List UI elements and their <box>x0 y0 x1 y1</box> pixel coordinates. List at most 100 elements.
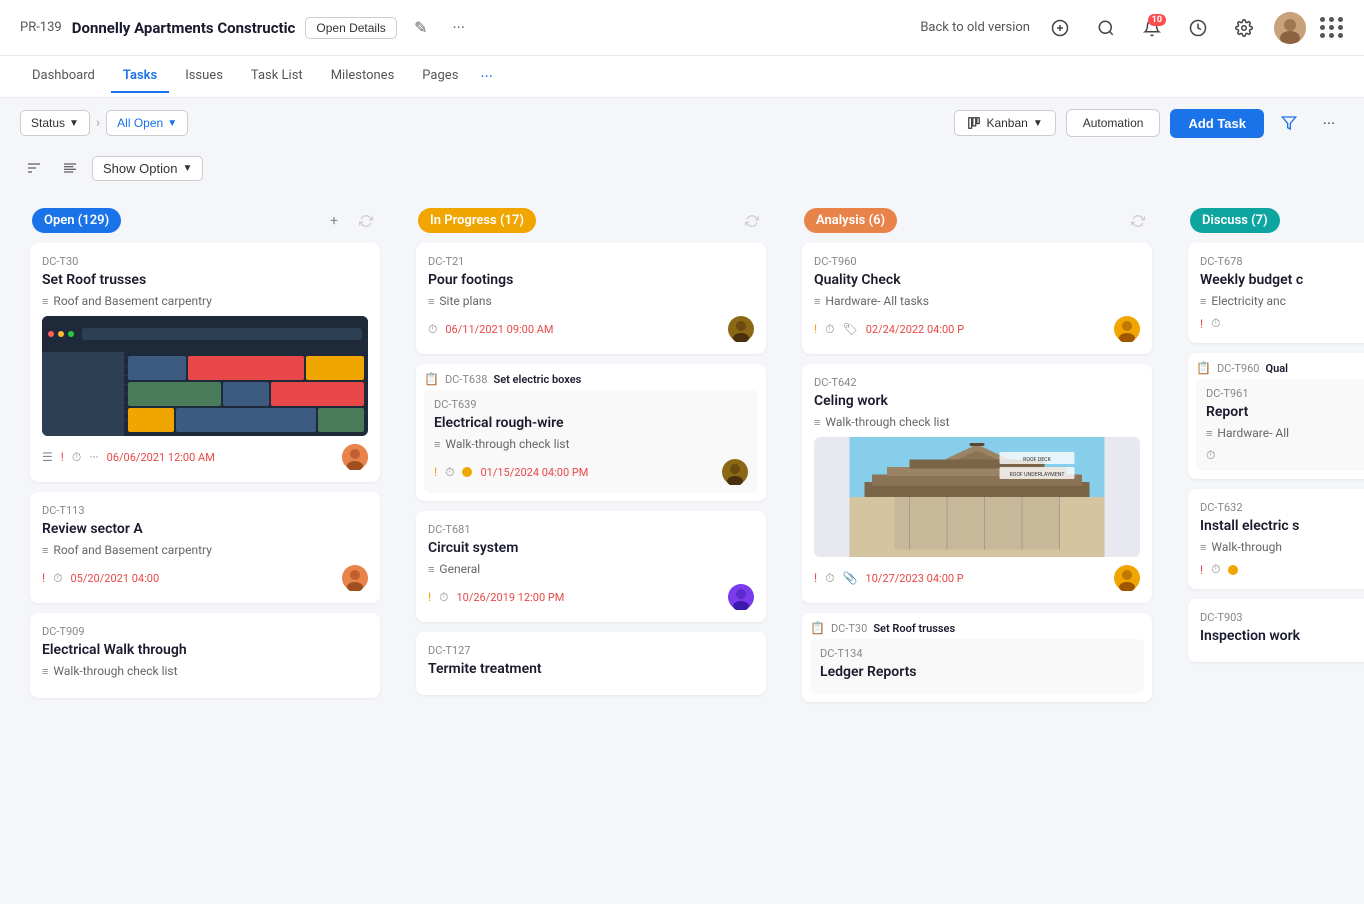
tab-dashboard[interactable]: Dashboard <box>20 60 107 93</box>
timer-icon[interactable] <box>1182 12 1214 44</box>
refresh-in-progress-icon[interactable] <box>740 209 764 233</box>
column-open: Open (129) + DC-T30 Set Roof trusses ≡ R… <box>20 198 390 708</box>
parent-task-id: DC-T638 <box>445 373 488 386</box>
column-in-progress: In Progress (17) DC-T21 Pour footings ≡ … <box>406 198 776 705</box>
clock-icon[interactable]: ⏱ <box>825 322 834 337</box>
card-footer-icons: ! ⏱ 🏷 02/24/2022 04:00 P <box>814 322 964 337</box>
refresh-analysis-icon[interactable] <box>1126 209 1150 233</box>
all-open-filter-button[interactable]: All Open ▼ <box>106 110 188 136</box>
child-task-card[interactable]: DC-T961 Report ≡ Hardware- All ⏱ <box>1196 379 1364 471</box>
show-option-button[interactable]: Show Option ▼ <box>92 156 203 181</box>
collapse-columns-icon[interactable] <box>20 154 48 182</box>
task-card[interactable]: DC-T642 Celing work ≡ Walk-through check… <box>802 364 1152 603</box>
list-icon[interactable]: ☰ <box>42 450 53 464</box>
clock-icon[interactable]: ⏱ <box>428 322 437 337</box>
card-image <box>42 316 368 436</box>
card-category: ≡ Roof and Basement carpentry <box>42 294 368 308</box>
card-footer-icons: ! ⏱ 05/20/2021 04:00 <box>42 571 159 586</box>
apps-grid-icon[interactable] <box>1320 17 1344 38</box>
task-card[interactable]: DC-T30 Set Roof trusses ≡ Roof and Basem… <box>30 243 380 482</box>
card-category: ≡ Walk-through <box>1200 540 1364 554</box>
alert-icon[interactable]: ! <box>42 571 45 585</box>
filter-icon[interactable] <box>1274 108 1304 138</box>
card-category: ≡ Roof and Basement carpentry <box>42 543 368 557</box>
tab-tasks[interactable]: Tasks <box>111 60 169 93</box>
open-details-button[interactable]: Open Details <box>305 17 396 39</box>
clock-icon[interactable]: ⏱ <box>1211 562 1220 577</box>
automation-button[interactable]: Automation <box>1066 109 1161 137</box>
alert-icon[interactable]: ! <box>814 571 817 585</box>
task-card[interactable]: DC-T127 Termite treatment <box>416 632 766 695</box>
status-filter-button[interactable]: Status ▼ <box>20 110 90 136</box>
search-icon[interactable] <box>1090 12 1122 44</box>
more-icon[interactable]: ··· <box>89 450 98 464</box>
tag-icon[interactable]: 🏷 <box>842 322 857 336</box>
status-dot-icon <box>1228 565 1238 575</box>
pin-icon[interactable]: ✎ <box>407 14 435 42</box>
refresh-open-icon[interactable] <box>354 209 378 233</box>
notifications-icon[interactable]: 10 <box>1136 12 1168 44</box>
nav-more-icon[interactable]: ··· <box>474 67 499 86</box>
tab-milestones[interactable]: Milestones <box>319 60 407 93</box>
parent-task-card[interactable]: 📋 DC-T638 Set electric boxes DC-T639 Ele… <box>416 364 766 501</box>
card-footer: ! ⏱ 01/15/2024 04:00 PM <box>434 459 748 485</box>
column-header-analysis: Analysis (6) <box>792 198 1162 243</box>
card-title: Celing work <box>814 393 1140 409</box>
clock-icon[interactable]: ⏱ <box>53 571 62 586</box>
more-header-icon[interactable]: ··· <box>445 14 473 42</box>
alert-icon[interactable]: ! <box>814 322 817 336</box>
add-card-open-icon[interactable]: + <box>322 209 346 233</box>
task-card[interactable]: DC-T632 Install electric s ≡ Walk-throug… <box>1188 489 1364 589</box>
clock-icon[interactable]: ⏱ <box>1211 316 1220 331</box>
category-icon: ≡ <box>814 416 820 429</box>
back-to-old-version[interactable]: Back to old version <box>920 20 1030 35</box>
card-title: Weekly budget c <box>1200 272 1364 288</box>
add-task-button[interactable]: Add Task <box>1170 109 1264 138</box>
card-category: ≡ Walk-through check list <box>814 415 1140 429</box>
child-task-card[interactable]: DC-T134 Ledger Reports <box>810 639 1144 694</box>
alert-yellow-icon[interactable]: ! <box>434 465 437 479</box>
parent-task-card[interactable]: 📋 DC-T30 Set Roof trusses DC-T134 Ledger… <box>802 613 1152 702</box>
tab-pages[interactable]: Pages <box>410 60 470 93</box>
assignee-avatar <box>728 316 754 342</box>
column-cards-in-progress: DC-T21 Pour footings ≡ Site plans ⏱ 06/1… <box>406 243 776 705</box>
notification-count: 10 <box>1148 14 1166 26</box>
add-icon[interactable] <box>1044 12 1076 44</box>
task-card[interactable]: DC-T21 Pour footings ≡ Site plans ⏱ 06/1… <box>416 243 766 354</box>
attachment-icon[interactable]: 📎 <box>842 571 857 585</box>
task-card[interactable]: DC-T113 Review sector A ≡ Roof and Basem… <box>30 492 380 603</box>
category-icon: ≡ <box>1200 541 1206 554</box>
collapse-rows-icon[interactable] <box>56 154 84 182</box>
clock-icon[interactable]: ⏱ <box>825 571 834 586</box>
clock-icon[interactable]: ⏱ <box>445 465 454 480</box>
card-title: Report <box>1206 404 1364 420</box>
card-footer: ⏱ 06/11/2021 09:00 AM <box>428 316 754 342</box>
user-avatar[interactable] <box>1274 12 1306 44</box>
task-card[interactable]: DC-T960 Quality Check ≡ Hardware- All ta… <box>802 243 1152 354</box>
tab-issues[interactable]: Issues <box>173 60 235 93</box>
alert-icon[interactable]: ! <box>61 450 64 464</box>
alert-icon[interactable]: ! <box>1200 317 1203 331</box>
alert-icon[interactable]: ! <box>1200 563 1203 577</box>
card-date: 10/27/2023 04:00 P <box>865 572 963 585</box>
assignee-avatar <box>342 565 368 591</box>
settings-icon[interactable] <box>1228 12 1260 44</box>
kanban-view-button[interactable]: Kanban ▼ <box>954 110 1055 136</box>
tab-task-list[interactable]: Task List <box>239 60 315 93</box>
alert-icon[interactable]: ! <box>428 590 431 604</box>
task-card[interactable]: DC-T903 Inspection work <box>1188 599 1364 662</box>
assignee-avatar <box>1114 565 1140 591</box>
task-card[interactable]: DC-T681 Circuit system ≡ General ! ⏱ 10/… <box>416 511 766 622</box>
task-card[interactable]: DC-T909 Electrical Walk through ≡ Walk-t… <box>30 613 380 698</box>
toolbar-left: Status ▼ › All Open ▼ <box>20 110 188 136</box>
clock-icon[interactable]: ⏱ <box>72 450 81 465</box>
task-card[interactable]: DC-T678 Weekly budget c ≡ Electricity an… <box>1188 243 1364 343</box>
clock-icon[interactable]: ⏱ <box>1206 448 1215 463</box>
parent-task-card[interactable]: 📋 DC-T960 Qual DC-T961 Report ≡ Hardware… <box>1188 353 1364 479</box>
column-badge-analysis: Analysis (6) <box>804 208 897 233</box>
child-task-card[interactable]: DC-T639 Electrical rough-wire ≡ Walk-thr… <box>424 390 758 493</box>
clock-icon[interactable]: ⏱ <box>439 590 448 605</box>
column-badge-discuss: Discuss (7) <box>1190 208 1280 233</box>
more-options-icon[interactable]: ··· <box>1314 108 1344 138</box>
category-icon: ≡ <box>1200 295 1206 308</box>
